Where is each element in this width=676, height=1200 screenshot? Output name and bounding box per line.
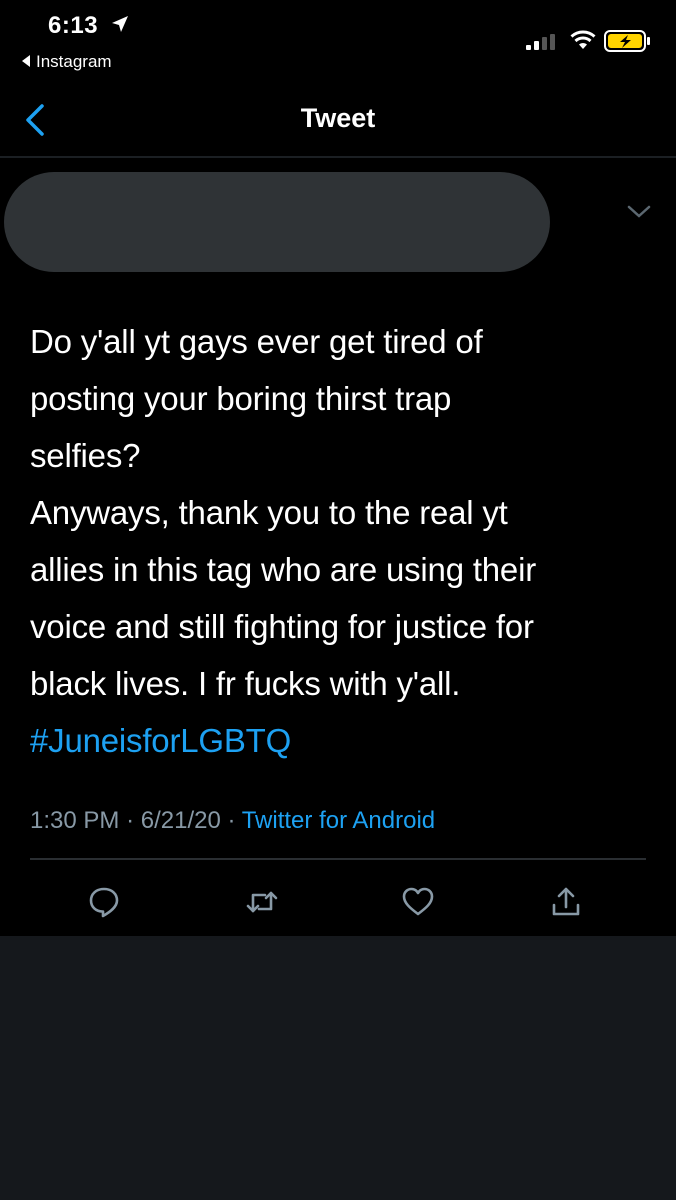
share-icon [552,887,580,916]
back-app-label: Instagram [36,52,112,71]
tweet-metadata: 1:30 PM · 6/21/20 · Twitter for Android [30,807,435,835]
meta-separator: · [227,807,236,834]
meta-separator: · [126,807,135,834]
location-arrow-icon [112,16,128,32]
tweet-line: Anyways, thank you to the real yt [30,494,508,531]
reply-button[interactable] [86,884,122,920]
tweet-source-link[interactable]: Twitter for Android [242,807,435,834]
page-title: Tweet [300,103,376,133]
tweet-time: 1:30 PM [30,807,120,834]
redacted-author-block [4,172,550,272]
tweet-line: black lives. I fr fucks with y'all. [30,665,461,702]
tweet-line: selfies? [30,437,141,474]
tweet-line: voice and still fighting for justice for [30,608,534,645]
tweet-line: Do y'all yt gays ever get tired of [30,323,483,360]
retweet-button[interactable] [244,884,280,920]
back-triangle-icon [22,55,30,67]
retweet-icon [246,891,278,913]
heart-icon [402,887,434,916]
tweet-text: Do y'all yt gays ever get tired of posti… [30,313,650,769]
tweet-date: 6/21/20 [140,807,221,834]
chevron-down-icon[interactable] [626,204,652,220]
cellular-signal-icon [526,34,555,50]
battery-charging-icon [604,30,650,52]
screen: 6:13 Instagram Tweet Do y'all yt gays ev… [0,0,676,1200]
header-divider [0,156,676,158]
status-time: 6:13 [48,12,99,39]
wifi-icon [570,30,596,49]
back-to-app-link[interactable]: Instagram [22,52,112,72]
hashtag-link[interactable]: #JuneisforLGBTQ [30,712,650,769]
tweet-line: posting your boring thirst trap [30,380,452,417]
reply-icon [89,887,119,918]
actions-divider [30,858,646,860]
like-button[interactable] [400,884,436,920]
tweet-line: allies in this tag who are using their [30,551,537,588]
share-button[interactable] [548,884,584,920]
tweet-view: 6:13 Instagram Tweet Do y'all yt gays ev… [0,0,676,936]
